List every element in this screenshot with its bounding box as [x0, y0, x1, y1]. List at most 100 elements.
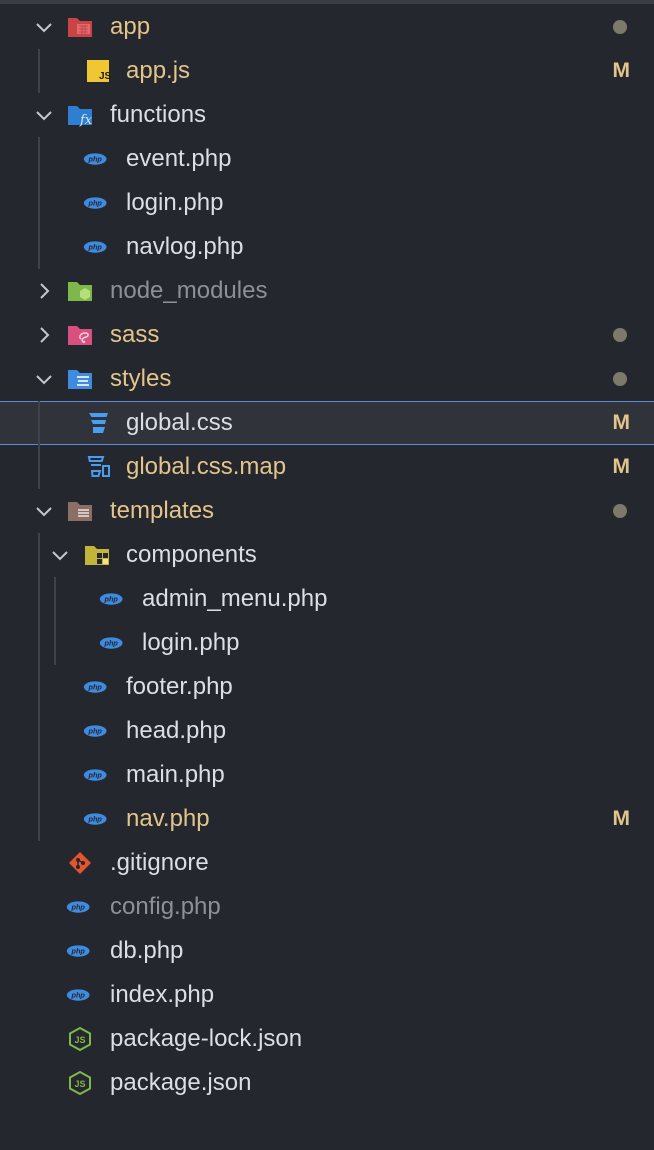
tree-item-node-modules[interactable]: node_modules: [0, 269, 654, 313]
chevron-down-icon[interactable]: [33, 16, 55, 38]
svg-text:php: php: [88, 814, 103, 823]
indent-guide: [38, 137, 40, 181]
tree-item-label: global.css: [126, 409, 233, 436]
chevron-down-icon[interactable]: [33, 368, 55, 390]
tree-item-package-json[interactable]: JS package.json: [0, 1061, 654, 1105]
chevron-right-icon[interactable]: [33, 324, 55, 346]
modified-marker: M: [612, 411, 631, 434]
indent-guide: [38, 621, 40, 665]
tree-item-label: login.php: [142, 629, 240, 656]
svg-text:php: php: [88, 242, 103, 251]
indent-guide: [54, 577, 56, 621]
css-file-icon: [85, 411, 111, 435]
explorer-top-border: [0, 0, 654, 4]
tree-item-app[interactable]: app: [0, 5, 654, 49]
php-file-icon: php: [83, 235, 109, 259]
indent-guide: [38, 533, 40, 577]
modified-dot-icon: [613, 504, 627, 518]
tree-item-navlog-php[interactable]: php navlog.php: [0, 225, 654, 269]
php-file-icon: php: [66, 983, 92, 1007]
css-map-file-icon: [85, 455, 111, 479]
git-file-icon: [67, 851, 93, 875]
app-folder-icon: [67, 15, 93, 39]
php-file-icon: php: [83, 675, 109, 699]
tree-item-main-php[interactable]: php main.php: [0, 753, 654, 797]
svg-text:php: php: [71, 902, 86, 911]
tree-item-config-php[interactable]: php config.php: [0, 885, 654, 929]
svg-text:php: php: [104, 638, 119, 647]
svg-text:php: php: [104, 594, 119, 603]
php-file-icon: php: [99, 631, 125, 655]
php-file-icon: php: [99, 587, 125, 611]
tree-item-global-css[interactable]: global.css M: [0, 401, 654, 445]
tree-item-admin-menu-php[interactable]: php admin_menu.php: [0, 577, 654, 621]
tree-item-templates[interactable]: templates: [0, 489, 654, 533]
tree-item-app-js[interactable]: JS app.js M: [0, 49, 654, 93]
templates-folder-icon: [67, 499, 93, 523]
tree-item-nav-php[interactable]: php nav.php M: [0, 797, 654, 841]
tree-item-footer-php[interactable]: php footer.php: [0, 665, 654, 709]
tree-item-head-php[interactable]: php head.php: [0, 709, 654, 753]
tree-item-label: nav.php: [126, 805, 210, 832]
tree-item-label: main.php: [126, 761, 225, 788]
tree-item-label: login.php: [126, 189, 224, 216]
indent-guide: [38, 225, 40, 269]
tree-item-sass[interactable]: sass: [0, 313, 654, 357]
tree-item-label: .gitignore: [110, 849, 209, 876]
tree-item-gitignore[interactable]: .gitignore: [0, 841, 654, 885]
tree-item-components-login-php[interactable]: php login.php: [0, 621, 654, 665]
modified-marker: M: [612, 59, 631, 82]
tree-item-label: templates: [110, 497, 215, 524]
tree-item-label: styles: [110, 365, 172, 392]
tree-item-components[interactable]: components: [0, 533, 654, 577]
tree-item-styles[interactable]: styles: [0, 357, 654, 401]
tree-item-index-php[interactable]: php index.php: [0, 973, 654, 1017]
chevron-right-icon[interactable]: [33, 280, 55, 302]
js-file-icon: JS: [85, 59, 111, 83]
tree-item-label: app: [110, 13, 151, 40]
chevron-down-icon[interactable]: [33, 500, 55, 522]
chevron-down-icon[interactable]: [33, 104, 55, 126]
nodejs-file-icon: JS: [67, 1071, 93, 1095]
tree-item-label: global.css.map: [126, 453, 287, 480]
tree-item-label: db.php: [110, 937, 184, 964]
indent-guide: [54, 621, 56, 665]
tree-item-label: event.php: [126, 145, 232, 172]
tree-item-functions[interactable]: fx functions: [0, 93, 654, 137]
tree-item-package-lock-json[interactable]: JS package-lock.json: [0, 1017, 654, 1061]
tree-item-label: navlog.php: [126, 233, 244, 260]
indent-guide: [38, 577, 40, 621]
indent-guide: [38, 797, 40, 841]
php-file-icon: php: [66, 939, 92, 963]
indent-guide: [38, 401, 40, 445]
chevron-down-icon[interactable]: [49, 544, 71, 566]
indent-guide: [38, 753, 40, 797]
tree-item-label: admin_menu.php: [142, 585, 328, 612]
svg-text:php: php: [71, 990, 86, 999]
tree-item-db-php[interactable]: php db.php: [0, 929, 654, 973]
tree-item-label: config.php: [110, 893, 221, 920]
modified-marker: M: [612, 807, 631, 830]
modified-marker: M: [612, 455, 631, 478]
svg-text:JS: JS: [99, 71, 111, 82]
tree-item-login-php[interactable]: php login.php: [0, 181, 654, 225]
php-file-icon: php: [66, 895, 92, 919]
svg-text:php: php: [88, 726, 103, 735]
tree-item-label: app.js: [126, 57, 191, 84]
components-folder-icon: [84, 543, 110, 567]
modified-dot-icon: [613, 328, 627, 342]
node-folder-icon: [67, 279, 93, 303]
tree-item-global-css-map[interactable]: global.css.map M: [0, 445, 654, 489]
tree-item-event-php[interactable]: php event.php: [0, 137, 654, 181]
indent-guide: [38, 445, 40, 489]
modified-dot-icon: [613, 372, 627, 386]
svg-text:php: php: [71, 946, 86, 955]
svg-text:fx: fx: [79, 113, 93, 127]
nodejs-file-icon: JS: [67, 1027, 93, 1051]
modified-dot-icon: [613, 20, 627, 34]
indent-guide: [38, 181, 40, 225]
sass-folder-icon: [67, 323, 93, 347]
tree-item-label: package-lock.json: [110, 1025, 303, 1052]
tree-item-label: components: [126, 541, 257, 568]
tree-item-label: functions: [110, 101, 207, 128]
